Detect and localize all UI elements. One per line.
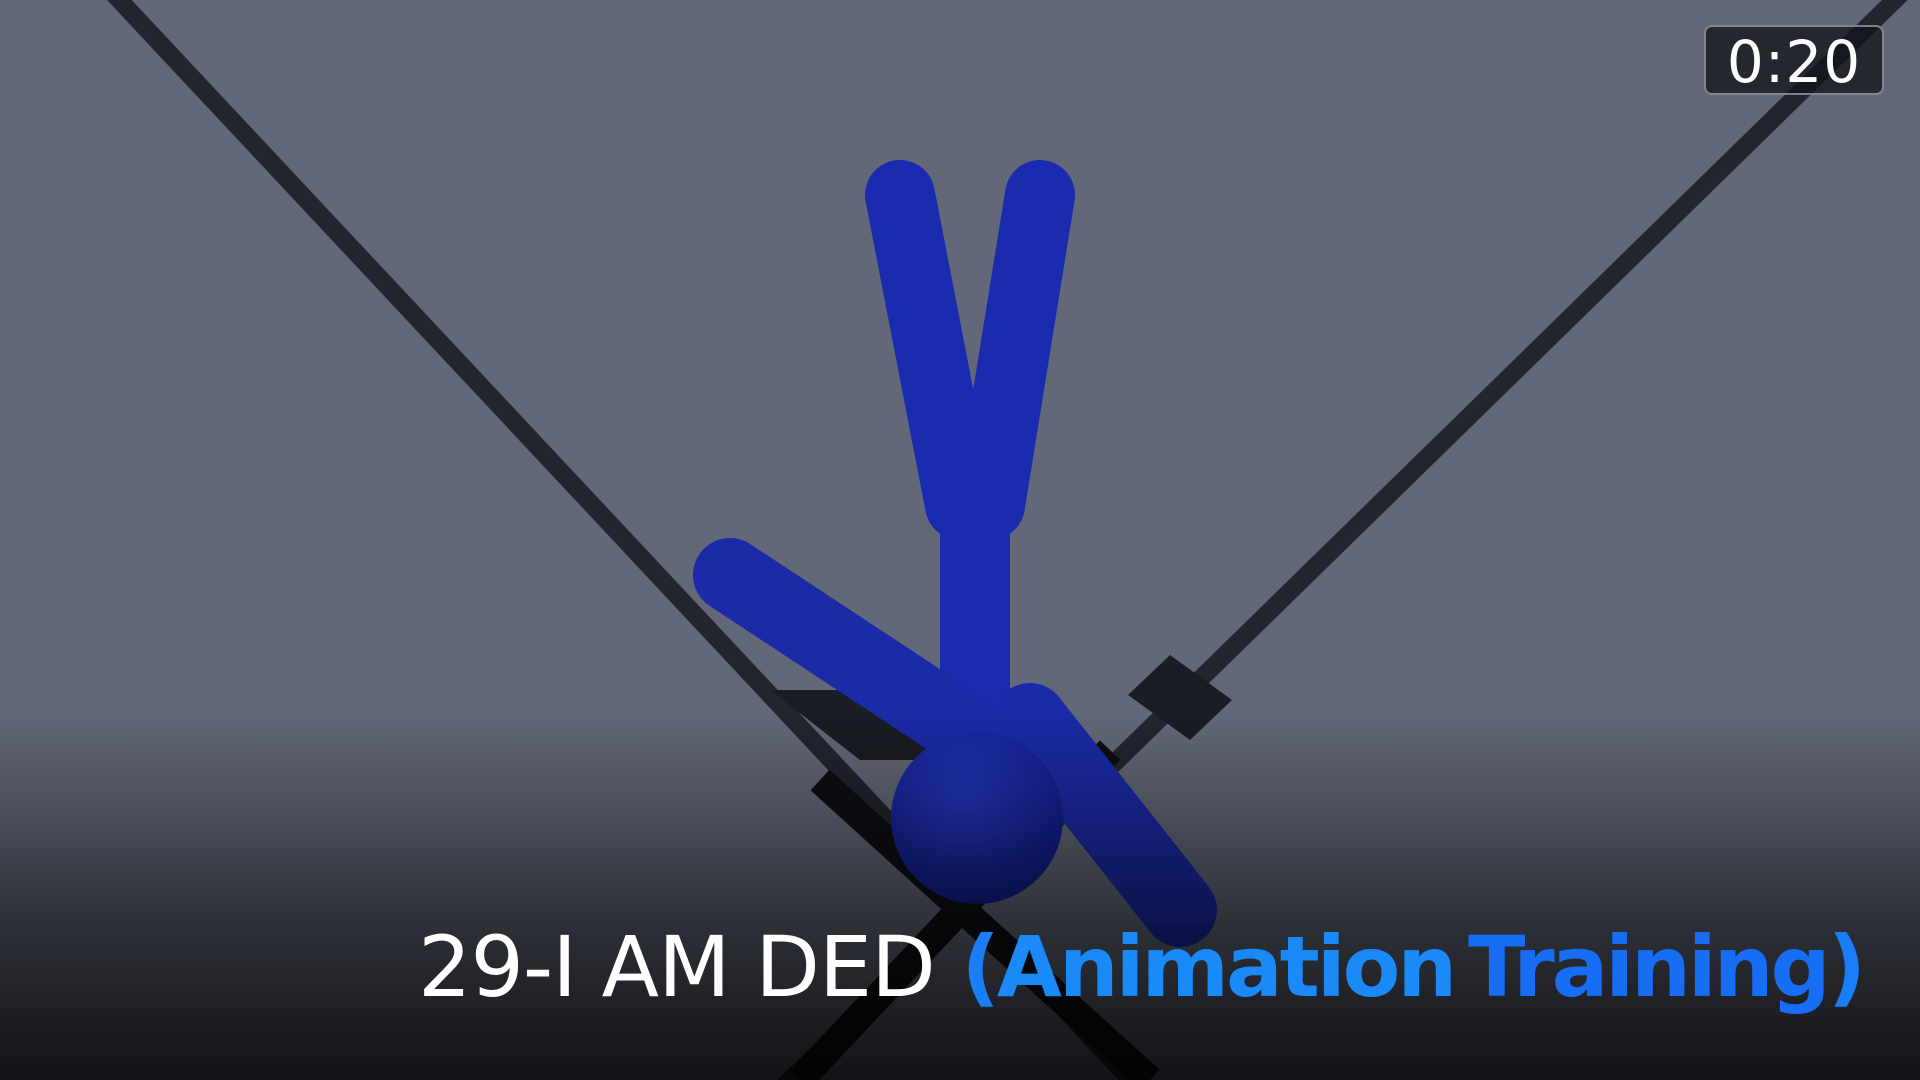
video-caption: 29-I AM DED (Animation Training) xyxy=(418,912,1866,1022)
stick-head xyxy=(891,732,1063,904)
stick-leg-left xyxy=(865,160,995,540)
caption-title: 29-I AM DED xyxy=(418,918,936,1016)
timestamp-badge: 0:20 xyxy=(1704,25,1884,96)
stick-figure xyxy=(693,160,1217,947)
caption-word-training: Training xyxy=(1468,918,1830,1016)
caption-open-paren: ( xyxy=(961,918,999,1016)
caption-word-animation: Animation xyxy=(996,918,1457,1016)
caption-close-paren: ) xyxy=(1827,918,1866,1016)
stick-leg-right xyxy=(955,160,1075,540)
